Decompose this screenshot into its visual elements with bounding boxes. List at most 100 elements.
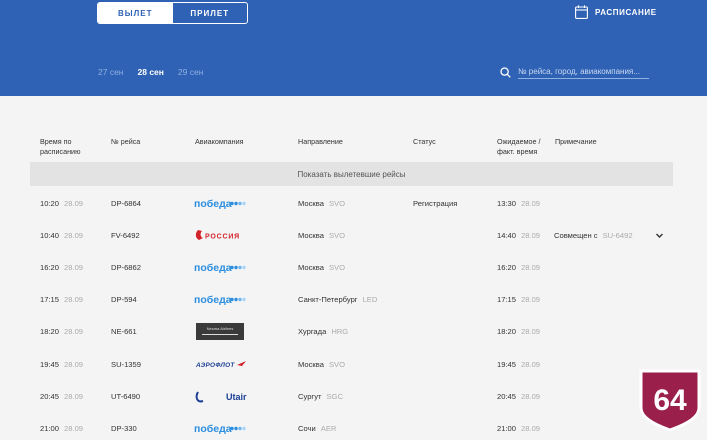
scheduled-time: 16:20 <box>40 262 60 272</box>
table-row[interactable]: 10:20 28.09 DP-6864 победа Москва SVO Регистра… <box>0 187 707 219</box>
table-row[interactable]: 16:20 28.09 DP-6862 победа Москва SVO 16:20 28.… <box>0 251 707 283</box>
schedule-link[interactable]: РАСПИСАНИЕ <box>575 5 657 19</box>
flight-number: SU-1359 <box>111 359 141 369</box>
actual-time-cell: 16:20 28.09 <box>497 251 540 283</box>
flight-number-cell: SU-1359 <box>111 348 141 380</box>
flights-board: Время по расписанию № рейса Авиакомпания… <box>0 96 707 440</box>
date-tab-28[interactable]: 28 сен <box>138 67 164 77</box>
table-row[interactable]: 10:40 28.09 FV-6492 РОССИЯ Москва SVO 14:40 28.… <box>0 219 707 251</box>
actual-time: 18:20 <box>497 327 517 337</box>
table-row[interactable]: 19:45 28.09 SU-1359 АЭРОФЛОТ Москва SVO 19:45 2… <box>0 348 707 380</box>
svg-text:Utair: Utair <box>226 392 247 402</box>
date-tab-27[interactable]: 27 сен <box>98 67 124 77</box>
actual-date: 28.09 <box>521 230 541 240</box>
scheduled-date: 28.09 <box>64 262 84 272</box>
airport-code: SVO <box>328 198 345 208</box>
svg-text:РОССИЯ: РОССИЯ <box>205 233 240 240</box>
nesma-logo-icon: Nesma Airlines <box>196 323 244 341</box>
table-row[interactable]: 18:20 28.09 NE-661 Nesma Airlines Хургада HRG… <box>0 316 707 348</box>
airline-cell: РОССИЯ <box>194 219 248 251</box>
table-row[interactable]: 21:00 28.09 DP-330 победа Сочи AER 21:00 28.09 <box>0 412 707 440</box>
expand-row-button[interactable] <box>655 219 664 251</box>
flight-number: DP-330 <box>111 423 137 433</box>
airport-code: SVO <box>328 359 345 369</box>
svg-text:победа: победа <box>194 423 232 435</box>
date-tab-29[interactable]: 29 сен <box>178 67 204 77</box>
destination-cell: Москва SVO <box>298 219 345 251</box>
chevron-down-icon <box>656 233 663 238</box>
scheduled-date: 28.09 <box>64 230 84 240</box>
airline-cell: победа <box>194 412 248 440</box>
flight-number-cell: DP-330 <box>111 412 137 440</box>
table-header: Время по расписанию № рейса Авиакомпания… <box>0 137 707 161</box>
scheduled-time: 20:45 <box>40 391 60 401</box>
destination-cell: Санкт-Петербург LED <box>298 284 377 316</box>
col-destination: Направление <box>298 137 343 146</box>
flight-number: DP-6864 <box>111 198 141 208</box>
note-text: Совмещен с <box>554 230 598 240</box>
airport-code: SGC <box>326 391 343 401</box>
actual-time-cell: 13:30 28.09 <box>497 187 540 219</box>
svg-text:АЭРОФЛОТ: АЭРОФЛОТ <box>195 362 235 369</box>
pobeda-logo-icon: победа <box>194 294 246 306</box>
airport-code: HRG <box>331 327 349 337</box>
channel-64-badge: 64 <box>639 369 701 432</box>
scheduled-time-cell: 18:20 28.09 <box>40 316 83 348</box>
scheduled-time: 10:20 <box>40 198 60 208</box>
tab-departure[interactable]: ВЫЛЕТ <box>98 3 173 23</box>
airline-cell: АЭРОФЛОТ <box>194 348 248 380</box>
actual-time-cell: 18:20 28.09 <box>497 316 540 348</box>
actual-time-cell: 20:45 28.09 <box>497 380 540 412</box>
airline-cell: победа <box>194 187 248 219</box>
destination-cell: Сочи AER <box>298 412 336 440</box>
scheduled-time-cell: 10:20 28.09 <box>40 187 83 219</box>
search-icon[interactable] <box>500 67 511 78</box>
scheduled-date: 28.09 <box>64 391 84 401</box>
actual-time: 14:40 <box>497 230 517 240</box>
note-cell: Совмещен с SU-6492 <box>554 219 633 251</box>
search-box <box>500 66 649 79</box>
table-row[interactable]: 17:15 28.09 DP-594 победа Санкт-Петербург LED… <box>0 284 707 316</box>
airline-cell: Nesma Airlines <box>194 316 248 348</box>
pobeda-logo-icon: победа <box>194 198 246 210</box>
svg-text:победа: победа <box>194 198 232 210</box>
airport-code: AER <box>320 423 337 433</box>
flight-status: Регистрация <box>413 198 458 208</box>
actual-time: 19:45 <box>497 359 517 369</box>
flight-number-cell: DP-594 <box>111 284 137 316</box>
airport-code: SVO <box>328 262 345 272</box>
aeroflot-logo-icon: АЭРОФЛОТ <box>195 360 246 369</box>
actual-date: 28.09 <box>521 423 541 433</box>
destination-city: Москва <box>298 359 324 369</box>
actual-time: 20:45 <box>497 391 517 401</box>
actual-date: 28.09 <box>521 295 541 305</box>
pobeda-logo-icon: победа <box>194 262 246 274</box>
destination-cell: Москва SVO <box>298 187 345 219</box>
flight-number-cell: DP-6864 <box>111 187 141 219</box>
flight-number: DP-594 <box>111 295 137 305</box>
scheduled-time: 21:00 <box>40 423 60 433</box>
actual-date: 28.09 <box>521 262 541 272</box>
actual-time: 17:15 <box>497 295 517 305</box>
scheduled-date: 28.09 <box>64 327 84 337</box>
scheduled-time: 17:15 <box>40 295 60 305</box>
flight-number: FV-6492 <box>111 230 140 240</box>
scheduled-date: 28.09 <box>64 423 84 433</box>
flight-number: UT-6490 <box>111 391 141 401</box>
flight-number: NE-661 <box>111 327 137 337</box>
scheduled-time-cell: 17:15 28.09 <box>40 284 83 316</box>
scheduled-time-cell: 19:45 28.09 <box>40 348 83 380</box>
destination-cell: Москва SVO <box>298 251 345 283</box>
actual-date: 28.09 <box>521 359 541 369</box>
scheduled-time: 18:20 <box>40 327 60 337</box>
actual-time-cell: 21:00 28.09 <box>497 412 540 440</box>
airport-code: LED <box>362 295 378 305</box>
show-departed-button[interactable]: Показать вылетевшие рейсы <box>30 162 673 186</box>
top-header: ВЫЛЕТ ПРИЛЕТ РАСПИСАНИЕ 27 сен 28 сен 29… <box>0 0 707 96</box>
search-input[interactable] <box>518 66 649 79</box>
table-row[interactable]: 20:45 28.09 UT-6490 Utair Сургут SGC 20:45 28.0… <box>0 380 707 412</box>
destination-city: Сургут <box>298 391 322 401</box>
tab-arrival[interactable]: ПРИЛЕТ <box>173 3 248 23</box>
airline-cell: победа <box>194 284 248 316</box>
destination-cell: Москва SVO <box>298 348 345 380</box>
